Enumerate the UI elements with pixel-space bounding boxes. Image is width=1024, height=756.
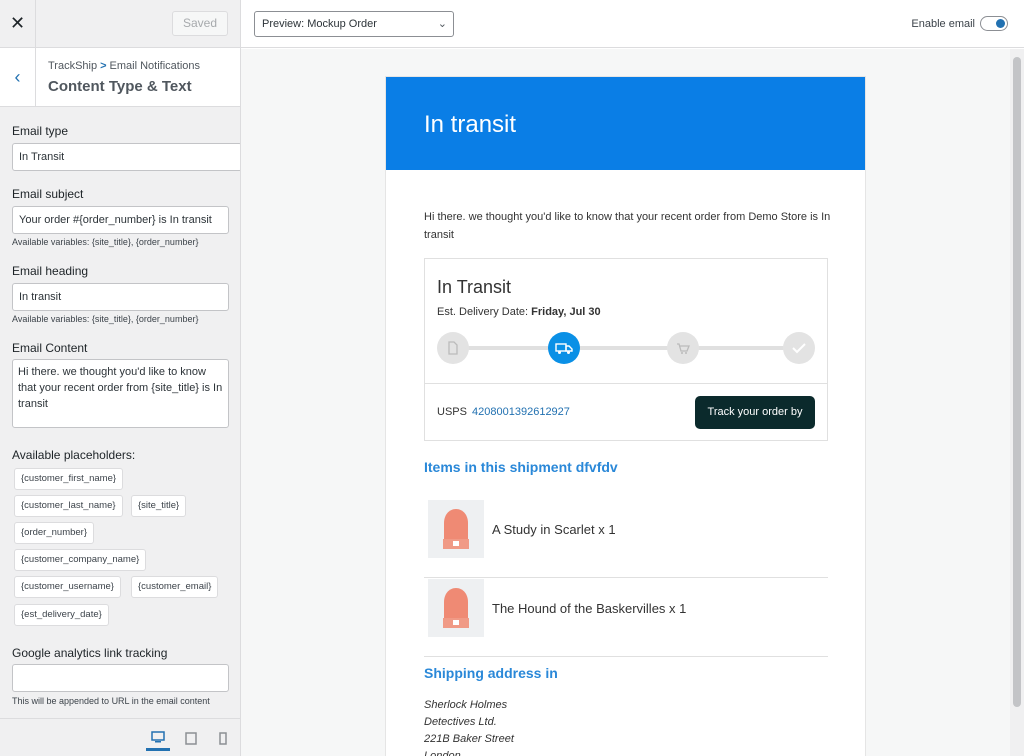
email-header: In transit xyxy=(386,77,865,170)
placeholder-chip[interactable]: {order_number} xyxy=(14,522,95,544)
section-title: Content Type & Text xyxy=(48,78,192,95)
shipment-progress xyxy=(437,332,815,364)
email-content-field: Email Content Hi there. we thought you'd… xyxy=(12,341,229,428)
item-name: A Study in Scarlet x 1 xyxy=(492,522,616,537)
preview-toolbar: Preview: Mockup Order ⌄ Enable email xyxy=(241,0,1024,48)
ga-tracking-field: Google analytics link tracking This will… xyxy=(12,646,229,706)
placeholder-chip[interactable]: {customer_first_name} xyxy=(14,468,124,490)
placeholder-chip[interactable]: {customer_username} xyxy=(14,576,121,598)
email-subject-hint: Available variables: {site_title}, {orde… xyxy=(12,237,199,247)
email-subject-input[interactable]: Your order #{order_number} is In transit xyxy=(12,206,229,234)
saved-button[interactable]: Saved xyxy=(172,11,228,36)
scrollbar-thumb[interactable] xyxy=(1013,57,1021,707)
mobile-icon[interactable] xyxy=(211,725,235,751)
placeholder-chip[interactable]: {customer_email} xyxy=(131,576,219,598)
placeholders-label: Available placeholders: xyxy=(12,448,136,462)
email-subject-field: Email subject Your order #{order_number}… xyxy=(12,187,229,247)
email-type-field: Email type In Transit xyxy=(12,124,240,171)
placeholder-chip[interactable]: {site_title} xyxy=(131,495,187,517)
progress-line xyxy=(453,346,799,350)
email-intro: Hi there. we thought you'd like to know … xyxy=(424,211,831,241)
desktop-icon[interactable] xyxy=(146,725,170,751)
items-section-title: Items in this shipment dfvfdv xyxy=(424,459,618,475)
enable-email-control: Enable email xyxy=(911,16,1008,31)
address-line: 221B Baker Street xyxy=(424,733,514,745)
ga-tracking-label: Google analytics link tracking xyxy=(12,646,168,660)
carrier-info: USPS 4208001392612927 xyxy=(437,406,570,418)
item-name: The Hound of the Baskervilles x 1 xyxy=(492,601,687,616)
email-type-label: Email type xyxy=(12,124,69,138)
breadcrumb-current: Email Notifications xyxy=(109,60,201,72)
breadcrumb-separator: > xyxy=(100,60,107,72)
email-heading-label: Email heading xyxy=(12,264,89,278)
est-delivery-label: Est. Delivery Date: xyxy=(437,306,529,318)
breadcrumb: TrackShip > Email Notifications xyxy=(48,60,200,72)
ga-tracking-input[interactable] xyxy=(12,664,229,692)
shipment-item: A Study in Scarlet x 1 xyxy=(424,500,828,578)
device-switcher xyxy=(0,718,240,756)
breadcrumb-root: TrackShip xyxy=(48,60,98,72)
item-divider xyxy=(424,577,828,578)
product-image xyxy=(428,579,484,637)
email-heading-input[interactable]: In transit xyxy=(12,283,229,311)
preview-order-select[interactable]: Preview: Mockup Order ⌄ xyxy=(254,11,454,37)
shipping-address: Sherlock Holmes Detectives Ltd. 221B Bak… xyxy=(424,697,514,756)
back-chevron-icon[interactable]: ‹ xyxy=(0,48,36,106)
est-delivery: Est. Delivery Date: Friday, Jul 30 xyxy=(437,306,601,318)
email-type-select[interactable]: In Transit xyxy=(12,143,240,171)
document-icon xyxy=(437,332,469,364)
placeholder-chip[interactable]: {customer_last_name} xyxy=(14,495,123,517)
tracking-status: In Transit xyxy=(437,277,512,297)
placeholders-field: Available placeholders: xyxy=(12,448,135,462)
email-subject-label: Email subject xyxy=(12,187,84,201)
section-header: ‹ TrackShip > Email Notifications Content … xyxy=(0,48,240,107)
tracking-number-link[interactable]: 4208001392612927 xyxy=(472,406,570,418)
item-divider xyxy=(424,656,828,657)
tracking-divider xyxy=(425,383,827,384)
tracking-widget: In Transit Est. Delivery Date: Friday, J… xyxy=(424,258,828,441)
truck-icon xyxy=(548,332,580,364)
enable-email-label: Enable email xyxy=(911,17,975,30)
address-line: London xyxy=(424,750,461,756)
carrier-name: USPS xyxy=(437,406,467,418)
shipping-section-title: Shipping address in xyxy=(424,665,558,681)
email-content-textarea[interactable]: Hi there. we thought you'd like to know … xyxy=(12,359,229,428)
preview-scrollbar[interactable] xyxy=(1010,49,1024,756)
placeholder-chip[interactable]: {customer_company_name} xyxy=(14,549,147,571)
enable-email-toggle[interactable] xyxy=(980,16,1008,31)
ga-tracking-hint: This will be appended to URL in the emai… xyxy=(12,696,210,706)
product-image xyxy=(428,500,484,558)
checkmark-icon xyxy=(783,332,815,364)
tablet-icon[interactable] xyxy=(179,725,203,751)
email-heading-hint: Available variables: {site_title}, {orde… xyxy=(12,314,199,324)
chevron-down-icon: ⌄ xyxy=(437,18,447,30)
preview-order-value: Preview: Mockup Order xyxy=(262,18,377,30)
address-line: Sherlock Holmes xyxy=(424,699,508,711)
sidebar-header: ✕ Saved xyxy=(0,0,240,48)
email-heading-field: Email heading In transit Available varia… xyxy=(12,264,229,324)
email-preview-area: In transit Hi there. we thought you'd li… xyxy=(241,49,1024,756)
placeholder-chip[interactable]: {est_delivery_date} xyxy=(14,604,109,626)
email-content-label: Email Content xyxy=(12,341,88,355)
shipment-item: The Hound of the Baskervilles x 1 xyxy=(424,579,828,657)
customizer-sidebar: ✕ Saved ‹ TrackShip > Email Notifications … xyxy=(0,0,241,756)
track-order-button[interactable]: Track your order by xyxy=(695,396,815,429)
close-icon[interactable]: ✕ xyxy=(0,0,36,47)
cart-icon xyxy=(667,332,699,364)
address-line: Detectives Ltd. xyxy=(424,716,497,728)
email-heading: In transit xyxy=(424,111,517,138)
est-delivery-value: Friday, Jul 30 xyxy=(531,306,601,318)
email-template: In transit Hi there. we thought you'd li… xyxy=(385,76,866,756)
